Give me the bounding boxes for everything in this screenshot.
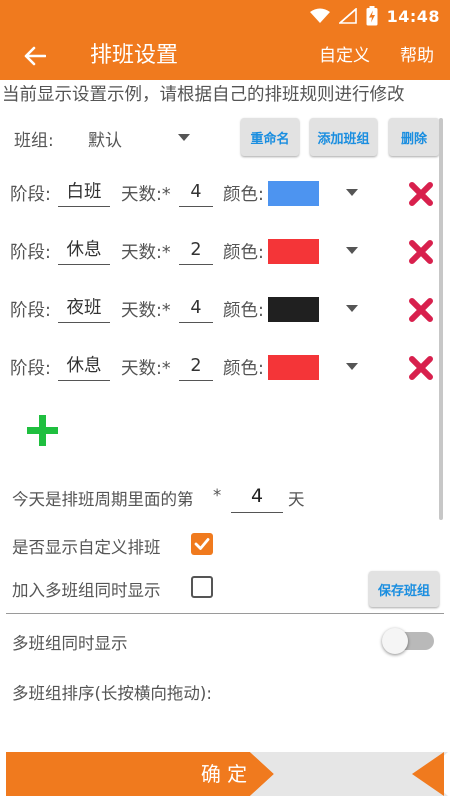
checkmark-icon	[194, 538, 210, 550]
rename-button[interactable]: 重命名	[241, 118, 299, 156]
stage-color-label: 颜色:	[223, 243, 264, 263]
save-group-button[interactable]: 保存班组	[369, 571, 439, 607]
dropdown-caret-icon[interactable]	[346, 247, 358, 254]
multi-group-display-row: 多班组同时显示	[0, 624, 450, 658]
stage-days-input[interactable]: 2	[179, 351, 213, 381]
stage-label: 阶段:	[10, 301, 51, 321]
group-label: 班组:	[14, 131, 54, 151]
stage-color-swatch[interactable]	[268, 297, 319, 322]
stage-color-label: 颜色:	[223, 185, 264, 205]
stage-label: 阶段:	[10, 359, 51, 379]
status-icons: 14:48	[309, 5, 440, 27]
stage-days-input[interactable]: 2	[179, 235, 213, 265]
toggle-switch-icon[interactable]	[382, 628, 434, 654]
switch-thumb	[382, 628, 408, 654]
remove-x-icon	[409, 298, 433, 322]
stage-row: 阶段: 白班 天数:* 4 颜色:	[0, 175, 450, 215]
stage-color-swatch[interactable]	[268, 355, 319, 380]
wifi-icon	[309, 8, 330, 23]
add-group-button[interactable]: 添加班组	[310, 118, 377, 156]
stage-name-input[interactable]: 白班	[58, 177, 110, 207]
dropdown-caret-icon[interactable]	[346, 189, 358, 196]
scrollbar[interactable]	[439, 118, 443, 520]
custom-action-button[interactable]: 自定义	[319, 44, 370, 68]
stage-row: 阶段: 休息 天数:* 2 颜色:	[0, 233, 450, 273]
add-stage-button[interactable]	[24, 412, 62, 450]
required-star: *	[213, 486, 222, 505]
remove-stage-button[interactable]	[404, 293, 438, 327]
stage-days-input[interactable]: 4	[179, 177, 213, 207]
multi-group-sort-label: 多班组排序(长按横向拖动):	[12, 684, 212, 703]
stage-days-input[interactable]: 4	[179, 293, 213, 323]
stage-row: 阶段: 夜班 天数:* 4 颜色:	[0, 291, 450, 331]
divider	[6, 613, 444, 614]
status-bar: 14:48	[0, 0, 450, 32]
show-custom-shift-checkbox[interactable]	[191, 533, 213, 555]
stage-days-label: 天数:*	[121, 301, 171, 321]
stage-label: 阶段:	[10, 243, 51, 263]
stage-color-swatch[interactable]	[268, 181, 319, 206]
multi-group-display-label: 多班组同时显示	[12, 634, 128, 653]
status-time: 14:48	[386, 6, 440, 26]
signal-icon	[338, 8, 357, 24]
today-prefix-label: 今天是排班周期里面的第	[12, 490, 194, 509]
stage-color-label: 颜色:	[223, 359, 264, 379]
dropdown-caret-icon[interactable]	[346, 305, 358, 312]
today-suffix-label: 天	[288, 490, 305, 509]
stage-color-label: 颜色:	[223, 301, 264, 321]
remove-x-icon	[409, 356, 433, 380]
dropdown-caret-icon[interactable]	[178, 134, 190, 141]
remove-stage-button[interactable]	[404, 235, 438, 269]
group-select[interactable]: 默认	[88, 126, 122, 151]
battery-charging-icon	[366, 6, 378, 26]
example-notice: 当前显示设置示例，请根据自己的排班规则进行修改	[2, 85, 405, 105]
back-button[interactable]	[18, 40, 52, 72]
help-action-button[interactable]: 帮助	[400, 44, 434, 68]
stage-days-label: 天数:*	[121, 185, 171, 205]
add-plus-icon	[27, 415, 58, 446]
today-day-input[interactable]: 4	[231, 480, 283, 513]
show-custom-shift-row: 是否显示自定义排班	[0, 528, 450, 562]
remove-x-icon	[409, 240, 433, 264]
today-cycle-row: 今天是排班周期里面的第 * 4 天	[0, 480, 450, 516]
stage-name-input[interactable]: 休息	[58, 351, 110, 381]
stage-name-input[interactable]: 夜班	[58, 293, 110, 323]
stage-label: 阶段:	[10, 185, 51, 205]
app-bar: 排班设置 自定义 帮助	[0, 32, 450, 80]
join-multi-group-checkbox[interactable]	[191, 576, 213, 598]
stage-days-label: 天数:*	[121, 243, 171, 263]
stage-row: 阶段: 休息 天数:* 2 颜色:	[0, 349, 450, 389]
remove-stage-button[interactable]	[404, 351, 438, 385]
stage-name-input[interactable]: 休息	[58, 235, 110, 265]
stage-color-swatch[interactable]	[268, 239, 319, 264]
stage-days-label: 天数:*	[121, 359, 171, 379]
back-arrow-icon	[24, 46, 46, 66]
delete-group-button[interactable]: 删除	[389, 118, 439, 156]
dropdown-caret-icon[interactable]	[346, 363, 358, 370]
remove-x-icon	[409, 182, 433, 206]
confirm-button[interactable]: 确 定	[201, 762, 247, 786]
confirm-bar: 确 定	[6, 752, 448, 796]
show-custom-shift-label: 是否显示自定义排班	[12, 538, 161, 557]
group-row: 班组: 默认	[0, 118, 450, 158]
remove-stage-button[interactable]	[404, 177, 438, 211]
page-title: 排班设置	[90, 43, 179, 68]
join-multi-group-label: 加入多班组同时显示	[12, 581, 161, 600]
